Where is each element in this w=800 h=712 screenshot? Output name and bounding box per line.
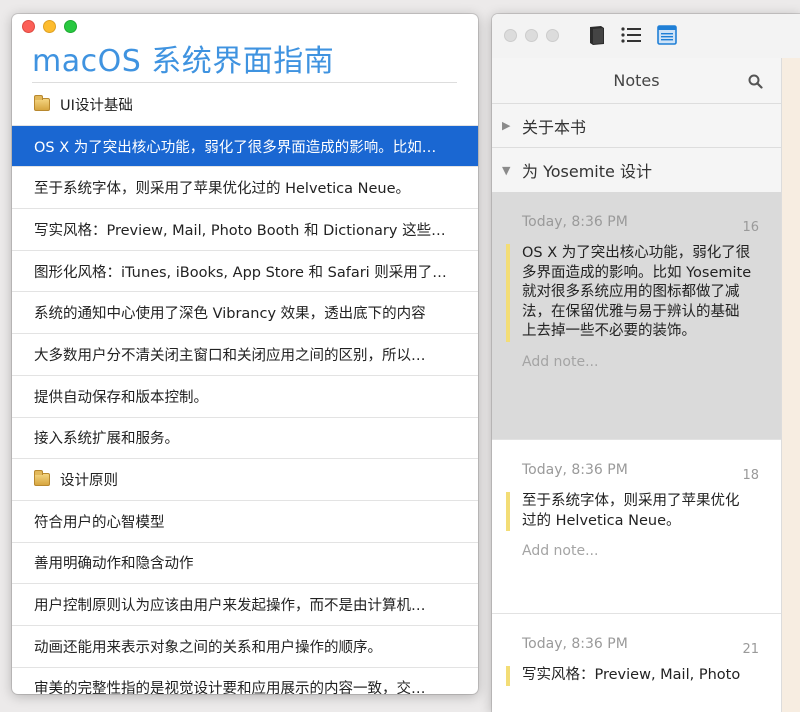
toc-item[interactable]: 审美的完整性指的是视觉设计要和应用展示的内容一致，交…: [12, 668, 478, 694]
toc-item[interactable]: 用户控制原则认为应该由用户来发起操作，而不是由计算机…: [12, 584, 478, 626]
note-page-number: 21: [742, 642, 759, 657]
toc-item[interactable]: 至于系统字体，则采用了苹果优化过的 Helvetica Neue。: [12, 167, 478, 210]
note-highlight: OS X 为了突出核心功能，弱化了很多界面造成的影响。比如 Yosemite 就…: [506, 244, 753, 342]
chapter-row[interactable]: ▼ 为 Yosemite 设计: [492, 148, 781, 192]
toc-label: 审美的完整性指的是视觉设计要和应用展示的内容一致，交…: [34, 681, 426, 694]
toc-label: 善用明确动作和隐含动作: [34, 556, 194, 573]
toc-item[interactable]: 动画还能用来表示对象之间的关系和用户操作的顺序。: [12, 626, 478, 668]
toc-label: 用户控制原则认为应该由用户来发起操作，而不是由计算机…: [34, 598, 426, 615]
window-controls: [22, 20, 77, 33]
toc-item[interactable]: OS X 为了突出核心功能，弱化了很多界面造成的影响。比如…: [12, 125, 478, 168]
note-card[interactable]: Today, 8:36 PM 18 至于系统字体，则采用了苹果优化过的 Helv…: [492, 440, 781, 614]
toc-label: 提供自动保存和版本控制。: [34, 389, 208, 406]
notes-header: Notes: [492, 58, 781, 104]
note-timestamp: Today, 8:36 PM: [522, 462, 628, 478]
title-divider: [32, 82, 457, 83]
page-edge: [782, 58, 800, 712]
toc-item[interactable]: 善用明确动作和隐含动作: [12, 543, 478, 585]
toc-label: 接入系统扩展和服务。: [34, 431, 179, 448]
toc-label: 设计原则: [60, 473, 118, 490]
add-note-field[interactable]: Add note...: [522, 354, 753, 370]
toc-label: OS X 为了突出核心功能，弱化了很多界面造成的影响。比如…: [34, 139, 437, 156]
list-icon[interactable]: [620, 24, 642, 46]
book-icon[interactable]: [586, 24, 608, 46]
disclosure-right-icon[interactable]: ▶: [502, 119, 518, 132]
disclosure-down-icon[interactable]: ▼: [502, 164, 518, 177]
notes-window: Notes ▶ 关于本书 ▼ 为 Yosemite 设计 Today, 8:36…: [492, 14, 800, 712]
note-highlight: 写实风格：Preview, Mail, Photo: [506, 666, 753, 686]
toc-item[interactable]: 符合用户的心智模型: [12, 501, 478, 543]
chapter-row[interactable]: ▶ 关于本书: [492, 104, 781, 148]
toc-label: UI设计基础: [60, 97, 133, 114]
notes-sidebar: Notes ▶ 关于本书 ▼ 为 Yosemite 设计 Today, 8:36…: [492, 58, 782, 712]
toc-section[interactable]: UI设计基础: [12, 84, 478, 126]
book-window: macOS 系统界面指南 UI设计基础 OS X 为了突出核心功能，弱化了很多界…: [12, 14, 478, 694]
toc-label: 动画还能用来表示对象之间的关系和用户操作的顺序。: [34, 639, 382, 656]
close-button[interactable]: [22, 20, 35, 33]
toc-section[interactable]: 设计原则: [12, 459, 478, 501]
chapter-label: 关于本书: [522, 117, 587, 137]
table-of-contents: UI设计基础 OS X 为了突出核心功能，弱化了很多界面造成的影响。比如… 至于…: [12, 84, 478, 694]
toolbar: [492, 14, 800, 58]
note-timestamp: Today, 8:36 PM: [522, 636, 628, 652]
chapter-label: 为 Yosemite 设计: [522, 162, 652, 181]
toc-item[interactable]: 写实风格：Preview, Mail, Photo Booth 和 Dictio…: [12, 209, 478, 251]
folder-icon: [34, 94, 50, 111]
toc-item[interactable]: 图形化风格：iTunes, iBooks, App Store 和 Safari…: [12, 251, 478, 293]
window-controls: [504, 29, 559, 42]
toc-item[interactable]: 提供自动保存和版本控制。: [12, 376, 478, 418]
note-timestamp: Today, 8:36 PM: [522, 214, 628, 230]
note-card[interactable]: Today, 8:36 PM 16 OS X 为了突出核心功能，弱化了很多界面造…: [492, 192, 781, 440]
close-button[interactable]: [504, 29, 517, 42]
notes-icon[interactable]: [656, 24, 678, 46]
zoom-button[interactable]: [546, 29, 559, 42]
toc-label: 写实风格：Preview, Mail, Photo Booth 和 Dictio…: [34, 222, 460, 239]
toc-label: 系统的通知中心使用了深色 Vibrancy 效果，透出底下的内容: [34, 306, 426, 323]
toc-item[interactable]: 接入系统扩展和服务。: [12, 418, 478, 460]
note-page-number: 16: [742, 220, 759, 235]
toc-label: 大多数用户分不清关闭主窗口和关闭应用之间的区别，所以…: [34, 347, 426, 364]
toc-label: 至于系统字体，则采用了苹果优化过的 Helvetica Neue。: [34, 181, 411, 198]
note-highlight: 至于系统字体，则采用了苹果优化过的 Helvetica Neue。: [506, 492, 753, 531]
notes-title: Notes: [613, 71, 660, 90]
minimize-button[interactable]: [43, 20, 56, 33]
toc-label: 图形化风格：iTunes, iBooks, App Store 和 Safari…: [34, 264, 447, 281]
toc-item[interactable]: 大多数用户分不清关闭主窗口和关闭应用之间的区别，所以…: [12, 334, 478, 376]
zoom-button[interactable]: [64, 20, 77, 33]
toc-label: 符合用户的心智模型: [34, 514, 165, 531]
note-card[interactable]: Today, 8:36 PM 21 写实风格：Preview, Mail, Ph…: [492, 614, 781, 712]
note-page-number: 18: [742, 468, 759, 483]
toc-item[interactable]: 系统的通知中心使用了深色 Vibrancy 效果，透出底下的内容: [12, 292, 478, 335]
minimize-button[interactable]: [525, 29, 538, 42]
folder-icon: [34, 470, 50, 487]
book-title: macOS 系统界面指南: [32, 44, 335, 79]
add-note-field[interactable]: Add note...: [522, 543, 753, 559]
search-icon[interactable]: [748, 74, 763, 89]
